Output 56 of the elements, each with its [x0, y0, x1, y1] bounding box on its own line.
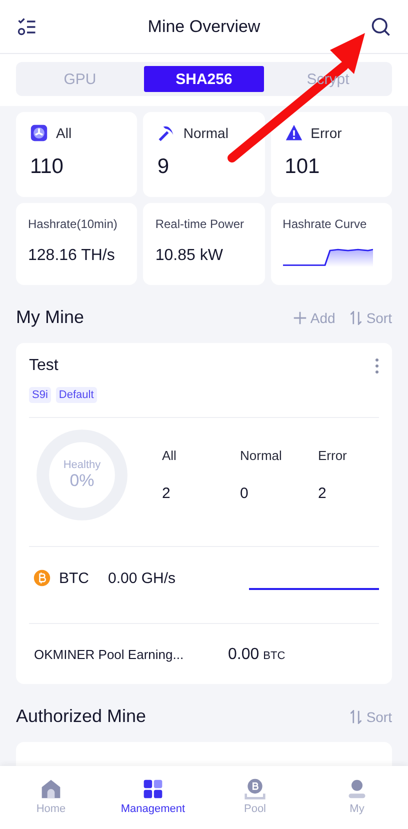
nav-tab[interactable]: Home: [0, 766, 102, 829]
pickaxe-icon: [157, 124, 176, 142]
user-icon: [346, 778, 368, 800]
nav-tab[interactable]: Pool: [204, 766, 306, 829]
earnings-label: OKMINER Pool Earning...: [34, 647, 185, 662]
more-icon[interactable]: [375, 358, 379, 374]
count-label: All: [162, 448, 178, 463]
status-count: 101: [284, 155, 321, 180]
earnings-value: 0.00: [228, 646, 260, 664]
health-label: Healthy: [63, 459, 101, 471]
fan-icon: [30, 124, 48, 142]
mine-name: Test: [29, 357, 58, 375]
count-label: Error: [318, 448, 348, 463]
nav-tab[interactable]: My: [306, 766, 408, 829]
status-card[interactable]: All 110: [16, 112, 138, 197]
action-link[interactable]: Sort: [349, 310, 392, 326]
action-link[interactable]: Sort: [349, 708, 392, 724]
count-value: 0: [240, 485, 250, 502]
home-icon: [40, 778, 62, 800]
page-title: Mine Overview: [148, 16, 260, 36]
status-label: All: [56, 125, 72, 141]
metric-value: 10.85 kW: [155, 247, 224, 266]
count-value: 2: [318, 485, 328, 502]
nav-tab[interactable]: Management: [102, 766, 204, 829]
algorithm-tab[interactable]: GPU: [20, 66, 140, 92]
count-value: 2: [162, 485, 172, 502]
section-title: My Mine: [16, 307, 84, 328]
bitcoin-icon: [33, 569, 51, 587]
tag: Default: [56, 387, 97, 403]
action-link[interactable]: Add: [293, 310, 336, 326]
sort-icon: [349, 710, 364, 724]
metric-label: Hashrate(10min): [28, 217, 118, 231]
status-card[interactable]: Error 101: [270, 112, 392, 197]
earnings-unit: BTC: [263, 650, 286, 662]
coin-name: BTC: [59, 570, 89, 586]
metric-label: Hashrate Curve: [282, 217, 368, 231]
metric-label: Real-time Power: [155, 217, 246, 231]
status-label: Normal: [183, 125, 228, 141]
section-title: Authorized Mine: [16, 706, 146, 727]
coin-hashrate: 0.00 GH/s: [108, 570, 177, 586]
algorithm-tab[interactable]: SHA256: [144, 66, 264, 92]
status-count: 9: [157, 155, 170, 180]
checklist-icon[interactable]: [16, 16, 38, 38]
status-card[interactable]: Normal 9: [143, 112, 265, 197]
grid-icon: [142, 778, 164, 800]
plus-icon: [293, 310, 308, 324]
count-label: Normal: [240, 448, 283, 463]
status-label: Error: [310, 125, 342, 141]
search-icon[interactable]: [370, 16, 392, 38]
sort-icon: [349, 310, 364, 324]
metric-value: 128.16 TH/s: [28, 247, 116, 266]
tag: S9i: [29, 387, 51, 403]
health-value: 0%: [70, 471, 94, 491]
status-count: 110: [30, 155, 64, 180]
coin-icon: [244, 778, 266, 800]
warning-icon: [284, 124, 303, 142]
